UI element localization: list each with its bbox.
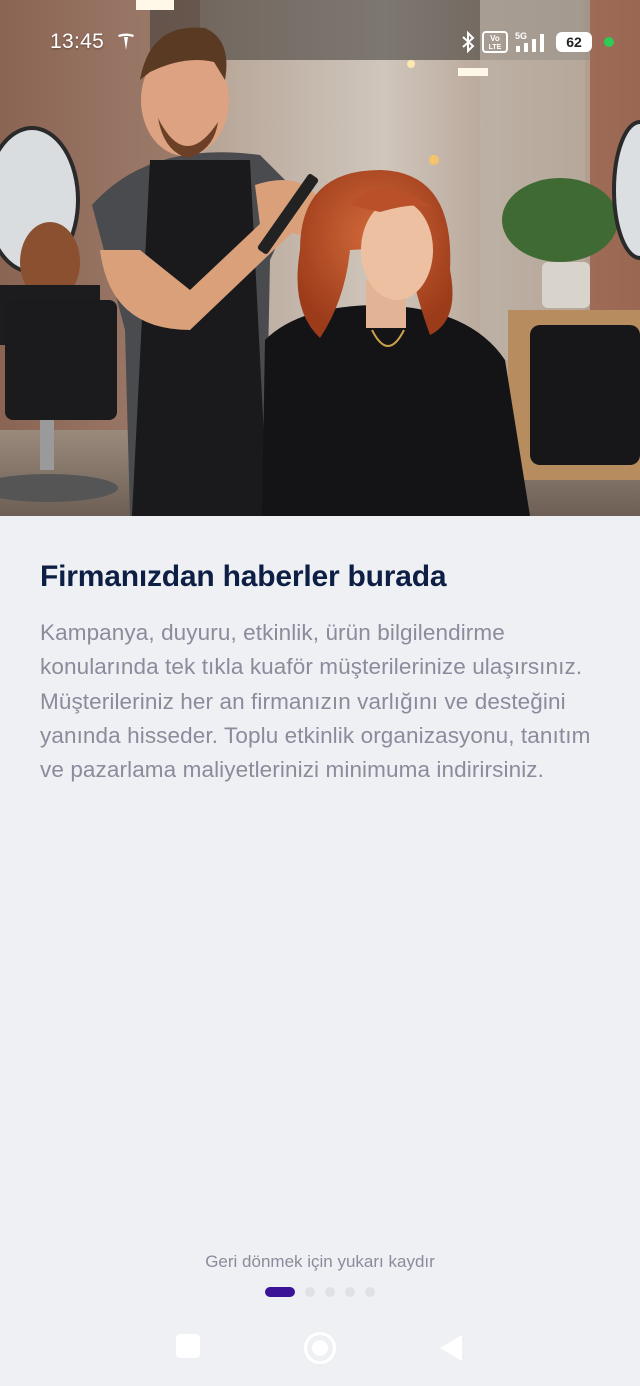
page-indicator [0,1287,640,1297]
swipe-hint[interactable]: Geri dönmek için yukarı kaydır [0,1252,640,1272]
status-bar: 13:45 Vo LTE 5G 62 [0,0,640,86]
status-time: 13:45 [50,30,105,53]
volte-icon: Vo LTE [482,31,508,53]
page-description: Kampanya, duyuru, etkinlik, ürün bilgile… [40,620,591,783]
tesla-logo-icon [118,33,134,50]
page-dot-active[interactable] [265,1287,295,1297]
system-nav-bar [0,1310,640,1386]
square-recent-apps-icon[interactable] [176,1334,200,1358]
onboarding-content: Firmanızdan haberler burada Kampanya, du… [0,516,640,1386]
circle-home-icon[interactable] [304,1332,336,1364]
bluetooth-icon [462,30,475,54]
privacy-indicator-dot [604,37,614,47]
network-label: 5G [515,31,527,41]
triangle-back-icon[interactable] [440,1335,462,1361]
svg-text:Vo: Vo [490,34,500,43]
onboarding-screen: 13:45 Vo LTE 5G 62 Firmanızdan haberler … [0,0,640,1386]
page-dot[interactable] [345,1287,355,1297]
svg-text:LTE: LTE [489,44,502,51]
page-dot[interactable] [325,1287,335,1297]
battery-indicator: 62 [556,32,592,52]
page-dot[interactable] [365,1287,375,1297]
page-dot[interactable] [305,1287,315,1297]
page-title: Firmanızdan haberler burada [40,560,447,593]
5g-signal-icon: 5G [515,31,544,52]
